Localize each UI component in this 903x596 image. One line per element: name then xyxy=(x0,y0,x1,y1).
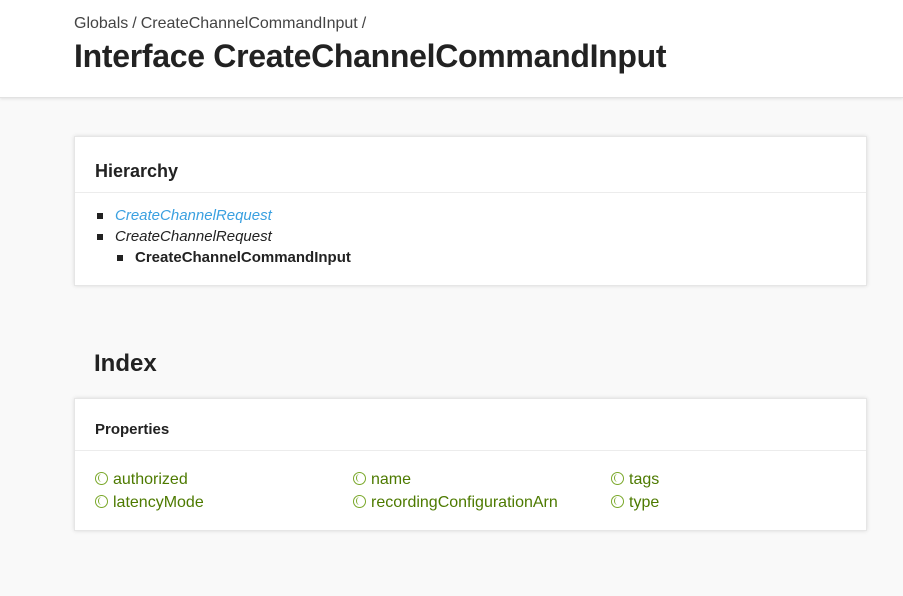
hierarchy-list: CreateChannelRequest CreateChannelReques… xyxy=(75,193,866,268)
breadcrumb-globals[interactable]: Globals xyxy=(74,15,128,32)
property-link-authorized[interactable]: authorized xyxy=(95,469,188,491)
hierarchy-item-label: CreateChannelRequest xyxy=(115,228,272,245)
square-bullet-icon xyxy=(97,213,103,219)
property-link-name[interactable]: name xyxy=(353,469,411,491)
hierarchy-item: CreateChannelRequest xyxy=(95,226,866,247)
property-link-type[interactable]: type xyxy=(611,492,659,514)
square-bullet-icon xyxy=(117,255,123,261)
breadcrumb-separator: / xyxy=(132,15,137,32)
hierarchy-heading: Hierarchy xyxy=(75,137,866,193)
property-ring-icon xyxy=(353,495,366,508)
hierarchy-link-create-channel-request[interactable]: CreateChannelRequest xyxy=(115,207,272,224)
properties-grid: authorized latencyMode name recordingCon… xyxy=(95,469,855,519)
hierarchy-panel: Hierarchy CreateChannelRequest CreateCha… xyxy=(74,136,867,286)
property-label: authorized xyxy=(113,471,188,488)
property-ring-icon xyxy=(611,472,624,485)
square-bullet-icon xyxy=(97,234,103,240)
hierarchy-current-label: CreateChannelCommandInput xyxy=(135,249,351,266)
page-header: Globals / CreateChannelCommandInput / Inter… xyxy=(0,0,903,98)
property-ring-icon xyxy=(353,472,366,485)
breadcrumb: Globals / CreateChannelCommandInput / xyxy=(74,15,370,33)
hierarchy-item-current: CreateChannelCommandInput xyxy=(95,247,866,268)
breadcrumb-create-channel-command-input[interactable]: CreateChannelCommandInput xyxy=(141,15,358,32)
index-title: Index xyxy=(94,350,157,377)
page-title: Interface CreateChannelCommandInput xyxy=(74,38,667,74)
property-label: latencyMode xyxy=(113,494,204,511)
property-label: name xyxy=(371,471,412,488)
hierarchy-item: CreateChannelRequest xyxy=(95,205,866,226)
property-label: type xyxy=(629,494,660,511)
property-ring-icon xyxy=(95,472,108,485)
property-link-tags[interactable]: tags xyxy=(611,469,659,491)
property-ring-icon xyxy=(611,495,624,508)
property-link-recording-configuration-arn[interactable]: recordingConfigurationArn xyxy=(353,492,558,514)
index-panel: Properties authorized latencyMode name r… xyxy=(74,398,867,531)
property-label: recordingConfigurationArn xyxy=(371,494,558,511)
breadcrumb-separator: / xyxy=(361,15,367,32)
property-ring-icon xyxy=(95,495,108,508)
properties-heading: Properties xyxy=(75,399,866,451)
property-label: tags xyxy=(629,471,660,488)
property-link-latency-mode[interactable]: latencyMode xyxy=(95,492,204,514)
